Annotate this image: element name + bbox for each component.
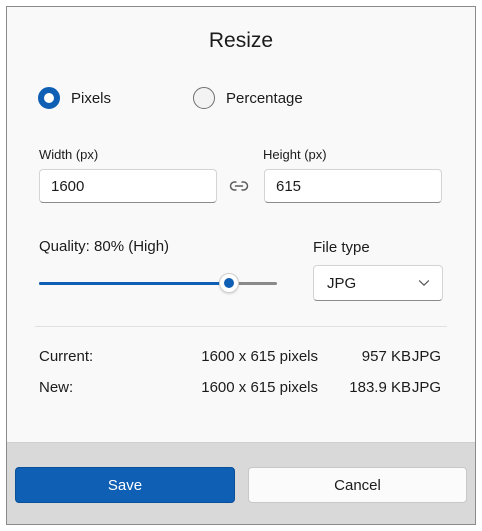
new-dimensions: 1600 x 615 pixels xyxy=(201,379,318,396)
new-label: New: xyxy=(39,379,74,396)
dialog-title: Resize xyxy=(208,29,274,52)
current-size: 957 KB xyxy=(361,348,411,365)
new-size: 183.9 KB xyxy=(349,379,411,396)
height-input[interactable]: 615 xyxy=(264,169,442,203)
radio-selected-icon xyxy=(38,87,60,109)
quality-slider[interactable] xyxy=(39,273,277,293)
current-dimensions: 1600 x 615 pixels xyxy=(201,348,318,365)
slider-thumb[interactable] xyxy=(219,273,240,293)
pixels-radio[interactable]: Pixels xyxy=(38,87,111,109)
cancel-button[interactable]: Cancel xyxy=(248,467,467,503)
quality-label: Quality: 80% (High) xyxy=(39,238,170,255)
file-type-label: File type xyxy=(313,239,370,256)
width-input[interactable]: 1600 xyxy=(39,169,217,203)
chevron-down-icon xyxy=(418,280,430,286)
radio-unselected-icon xyxy=(193,87,215,109)
percentage-radio-label: Percentage xyxy=(226,89,303,107)
percentage-radio[interactable]: Percentage xyxy=(193,87,303,109)
new-type: JPG xyxy=(411,379,441,396)
link-icon[interactable] xyxy=(229,177,249,195)
width-label: Width (px) xyxy=(39,147,99,162)
slider-fill xyxy=(39,282,230,285)
pixels-radio-label: Pixels xyxy=(71,89,112,107)
resize-dialog: Resize Pixels Percentage Width (px) 1600… xyxy=(6,6,476,525)
file-type-select[interactable]: JPG xyxy=(313,265,443,301)
divider xyxy=(35,326,447,327)
file-type-value: JPG xyxy=(327,274,357,292)
save-button[interactable]: Save xyxy=(15,467,235,503)
height-label: Height (px) xyxy=(263,147,327,162)
dialog-footer: Save Cancel xyxy=(7,442,475,524)
current-type: JPG xyxy=(411,348,441,365)
current-label: Current: xyxy=(39,348,94,365)
